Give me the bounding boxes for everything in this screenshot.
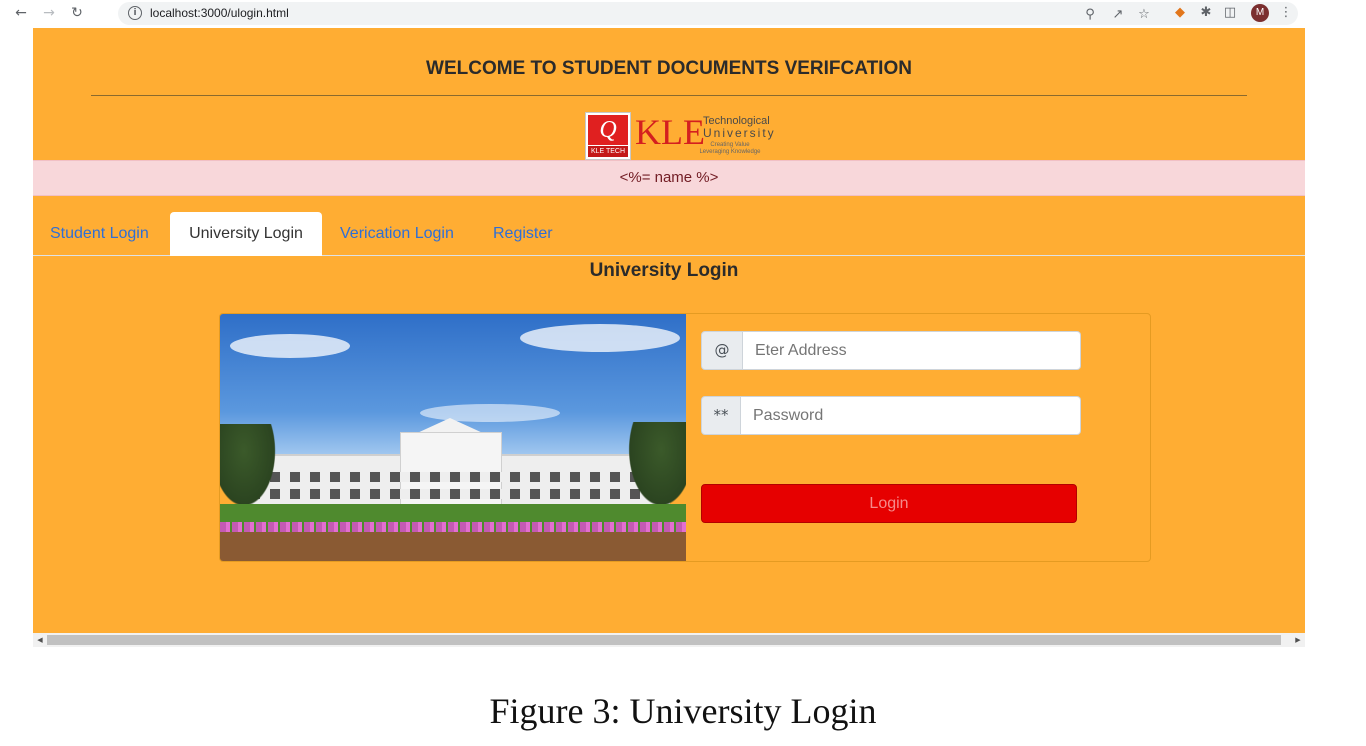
nav-tabs: Student Login University Login Vericatio… [33, 212, 1305, 256]
forward-icon[interactable]: → [40, 4, 58, 22]
logo-tagline: Creating Value Leveraging Knowledge [685, 142, 775, 156]
profile-avatar[interactable]: M [1251, 4, 1269, 22]
tab-verication-login[interactable]: Verication Login [323, 212, 471, 255]
photo-cloud [230, 334, 350, 358]
page-viewport: WELCOME TO STUDENT DOCUMENTS VERIFCATION… [33, 28, 1305, 633]
login-button[interactable]: Login [701, 484, 1077, 523]
photo-palm [220, 424, 280, 514]
photo-windows [250, 489, 660, 499]
back-icon[interactable]: ← [12, 4, 30, 22]
url-text[interactable]: localhost:3000/ulogin.html [150, 6, 289, 20]
photo-flowers [220, 522, 686, 532]
zoom-icon[interactable]: ⚲ [1082, 7, 1098, 23]
email-field[interactable] [743, 331, 1081, 370]
university-logo: Q KLE TECH KLE Technological University … [585, 112, 785, 160]
horizontal-scrollbar[interactable]: ◀ ▶ [33, 633, 1305, 647]
scrollbar-thumb[interactable] [47, 635, 1281, 645]
email-input-group: @ [701, 331, 1082, 370]
share-icon[interactable]: ↗ [1110, 7, 1126, 23]
logo-tagline2: Leveraging Knowledge [699, 149, 761, 155]
divider [91, 95, 1247, 96]
info-icon[interactable]: i [128, 6, 142, 20]
scroll-left-icon[interactable]: ◀ [33, 633, 47, 647]
logo-mark-text: KLE TECH [588, 146, 628, 157]
login-title: University Login [589, 260, 739, 281]
logo-tagline1: Creating Value [710, 142, 750, 148]
tab-university-login[interactable]: University Login [170, 212, 322, 256]
password-field[interactable] [741, 396, 1081, 435]
tab-register[interactable]: Register [476, 212, 570, 255]
password-addon: ** [701, 396, 741, 435]
metamask-extension-icon[interactable]: ◆ [1172, 5, 1188, 21]
campus-photo [220, 314, 686, 561]
browser-toolbar: ← → ↻ i localhost:3000/ulogin.html ⚲ ↗ ☆… [0, 0, 1366, 27]
email-addon: @ [701, 331, 743, 370]
scroll-right-icon[interactable]: ▶ [1291, 633, 1305, 647]
extensions-puzzle-icon[interactable]: ✱ [1198, 5, 1214, 21]
photo-cloud [520, 324, 680, 352]
menu-kebab-icon[interactable]: ⋮ [1278, 5, 1294, 21]
tab-student-login[interactable]: Student Login [33, 212, 166, 255]
figure-caption: Figure 3: University Login [489, 691, 877, 731]
address-bar[interactable]: i localhost:3000/ulogin.html ⚲ ↗ ☆ [118, 2, 1298, 25]
login-card: @ ** Login [219, 313, 1151, 562]
reload-icon[interactable]: ↻ [68, 4, 86, 22]
logo-emblem-icon: Q [588, 115, 628, 145]
photo-windows [250, 472, 660, 482]
logo-line2: University [703, 126, 776, 140]
side-panel-icon[interactable]: ◫ [1222, 5, 1238, 21]
alert-banner: <%= name %> [33, 160, 1305, 196]
password-input-group: ** [701, 396, 1082, 435]
photo-palm [624, 422, 686, 514]
bookmark-star-icon[interactable]: ☆ [1136, 7, 1152, 23]
page-heading: WELCOME TO STUDENT DOCUMENTS VERIFCATION [426, 58, 912, 79]
photo-ground [220, 532, 686, 561]
logo-mark: Q KLE TECH [585, 112, 631, 160]
